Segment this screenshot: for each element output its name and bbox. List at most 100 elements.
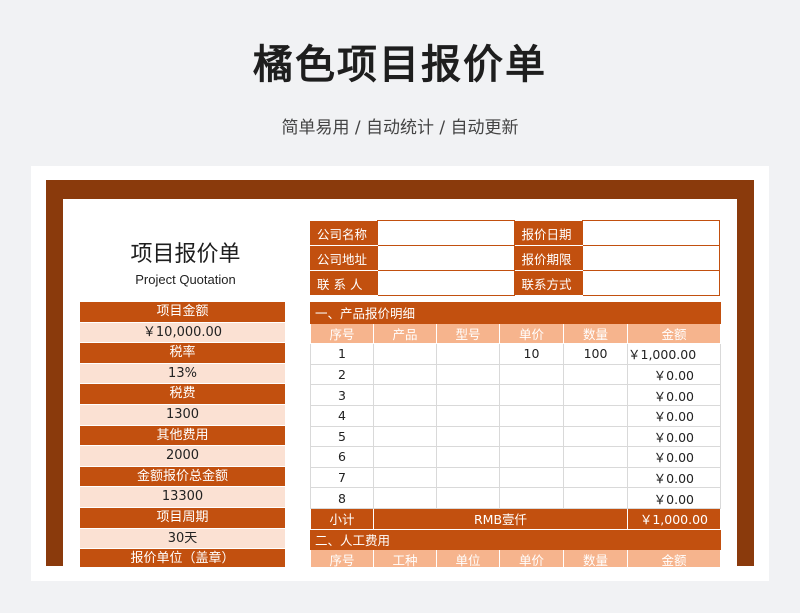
info-label: 联系方式 [514, 270, 583, 296]
contact-method-field[interactable] [581, 270, 721, 296]
column-header: 金额 [626, 322, 722, 345]
column-header: 数量 [563, 322, 628, 345]
table-row: 3 ￥0.00 [310, 384, 722, 406]
table-cell[interactable]: ￥0.00 [626, 363, 722, 386]
doc-subtitle: Project Quotation [135, 272, 236, 287]
subtotal-row: 小计 RMB壹仟 ￥1,000.00 [310, 507, 722, 530]
table-cell[interactable]: ￥0.00 [626, 466, 722, 489]
column-header: 产品 [373, 322, 437, 345]
subtotal-amount: ￥1,000.00 [626, 507, 722, 530]
table-cell[interactable]: 100 [563, 343, 628, 365]
table-cell[interactable] [373, 384, 437, 406]
labor-section-header: 二、人工费用 [309, 528, 722, 551]
summary-label: 其他费用 [80, 425, 285, 447]
table-cell[interactable]: 10 [499, 343, 564, 365]
column-header: 工种 [373, 549, 437, 567]
table-cell[interactable] [499, 384, 564, 406]
table-cell[interactable] [436, 487, 500, 509]
summary-value[interactable]: 13300 [80, 487, 285, 508]
company-name-field[interactable] [377, 220, 516, 246]
company-address-field[interactable] [377, 245, 516, 271]
table-cell[interactable]: 6 [310, 446, 374, 468]
table-cell[interactable]: ￥0.00 [626, 425, 722, 448]
subtotal-words: RMB壹仟 [373, 507, 628, 530]
table-cell[interactable] [563, 384, 628, 406]
table-cell[interactable] [373, 343, 437, 365]
table-cell[interactable] [499, 466, 564, 489]
table-cell[interactable]: 3 [310, 384, 374, 406]
summary-value[interactable]: ￥10,000.00 [80, 322, 285, 344]
subtotal-label: 小计 [310, 507, 374, 530]
quotation-sheet: 项目报价单 Project Quotation 项目金额 ￥10,000.00 … [63, 199, 737, 567]
column-header: 单价 [499, 322, 564, 345]
table-row: 8 ￥0.00 [310, 487, 722, 509]
table-cell[interactable]: ￥0.00 [626, 384, 722, 406]
column-header: 序号 [310, 322, 374, 345]
table-cell[interactable]: ￥0.00 [626, 487, 722, 509]
table-cell[interactable] [436, 404, 500, 427]
table-cell[interactable] [373, 363, 437, 386]
table-header-row: 序号 产品 型号 单价 数量 金额 [310, 322, 722, 345]
column-header: 型号 [436, 322, 500, 345]
table-cell[interactable] [436, 343, 500, 365]
table-cell[interactable] [563, 466, 628, 489]
table-row: 2 ￥0.00 [310, 363, 722, 386]
table-cell[interactable] [563, 425, 628, 448]
column-header: 金额 [626, 549, 722, 567]
table-cell[interactable]: 4 [310, 404, 374, 427]
column-header: 单位 [436, 549, 500, 567]
quote-deadline-field[interactable] [581, 245, 721, 271]
contact-field[interactable] [377, 270, 516, 296]
table-cell[interactable]: ￥1,000.00 [626, 343, 722, 365]
table-cell[interactable] [499, 425, 564, 448]
product-section-header: 一、产品报价明细 [309, 302, 722, 324]
table-cell[interactable] [563, 487, 628, 509]
table-cell[interactable] [436, 363, 500, 386]
table-cell[interactable]: 2 [310, 363, 374, 386]
table-cell[interactable] [373, 487, 437, 509]
table-row: 1 10 100 ￥1,000.00 [310, 343, 722, 365]
info-label: 报价期限 [514, 245, 583, 271]
table-cell[interactable]: 5 [310, 425, 374, 448]
table-cell[interactable] [373, 446, 437, 468]
table-cell[interactable] [563, 446, 628, 468]
summary-label: 金额报价总金额 [80, 466, 285, 488]
summary-label: 项目金额 [80, 302, 285, 323]
summary-label: 项目周期 [80, 507, 285, 529]
table-cell[interactable] [563, 363, 628, 386]
table-cell[interactable] [373, 404, 437, 427]
table-cell[interactable] [499, 404, 564, 427]
info-label: 公司名称 [309, 220, 379, 246]
quote-date-field[interactable] [581, 220, 721, 246]
summary-value[interactable]: 2000 [80, 446, 285, 467]
table-row: 5 ￥0.00 [310, 425, 722, 448]
summary-value[interactable]: 13% [80, 363, 285, 385]
table-cell[interactable] [499, 363, 564, 386]
table-cell[interactable] [436, 466, 500, 489]
product-detail-table: 一、产品报价明细 序号 产品 型号 单价 数量 金额 1 10 100 ￥1,000.00 2 ￥0.0… [309, 302, 722, 567]
column-header: 数量 [563, 549, 628, 567]
table-cell[interactable] [436, 425, 500, 448]
table-cell[interactable]: ￥0.00 [626, 404, 722, 427]
summary-panel: 项目金额 ￥10,000.00 税率 13% 税费 1300 其他费用 2000… [80, 302, 285, 567]
table-cell[interactable] [373, 425, 437, 448]
page-title: 橘色项目报价单 [253, 42, 547, 88]
table-cell[interactable]: 8 [310, 487, 374, 509]
table-cell[interactable]: ￥0.00 [626, 446, 722, 468]
table-cell[interactable] [563, 404, 628, 427]
table-cell[interactable] [436, 446, 500, 468]
section-title: 一、产品报价明细 [309, 302, 722, 324]
summary-value[interactable]: 1300 [80, 404, 285, 426]
doc-title: 项目报价单 [130, 242, 241, 267]
table-cell[interactable] [373, 466, 437, 489]
page-subtitle: 简单易用 / 自动统计 / 自动更新 [281, 118, 519, 138]
summary-value[interactable]: 30天 [80, 528, 285, 550]
table-cell[interactable] [436, 384, 500, 406]
column-header: 单价 [499, 549, 564, 567]
table-cell[interactable] [499, 487, 564, 509]
table-row: 7 ￥0.00 [310, 466, 722, 489]
table-cell[interactable] [499, 446, 564, 468]
table-cell[interactable]: 7 [310, 466, 374, 489]
info-label: 报价日期 [514, 220, 583, 246]
table-cell[interactable]: 1 [310, 343, 374, 365]
